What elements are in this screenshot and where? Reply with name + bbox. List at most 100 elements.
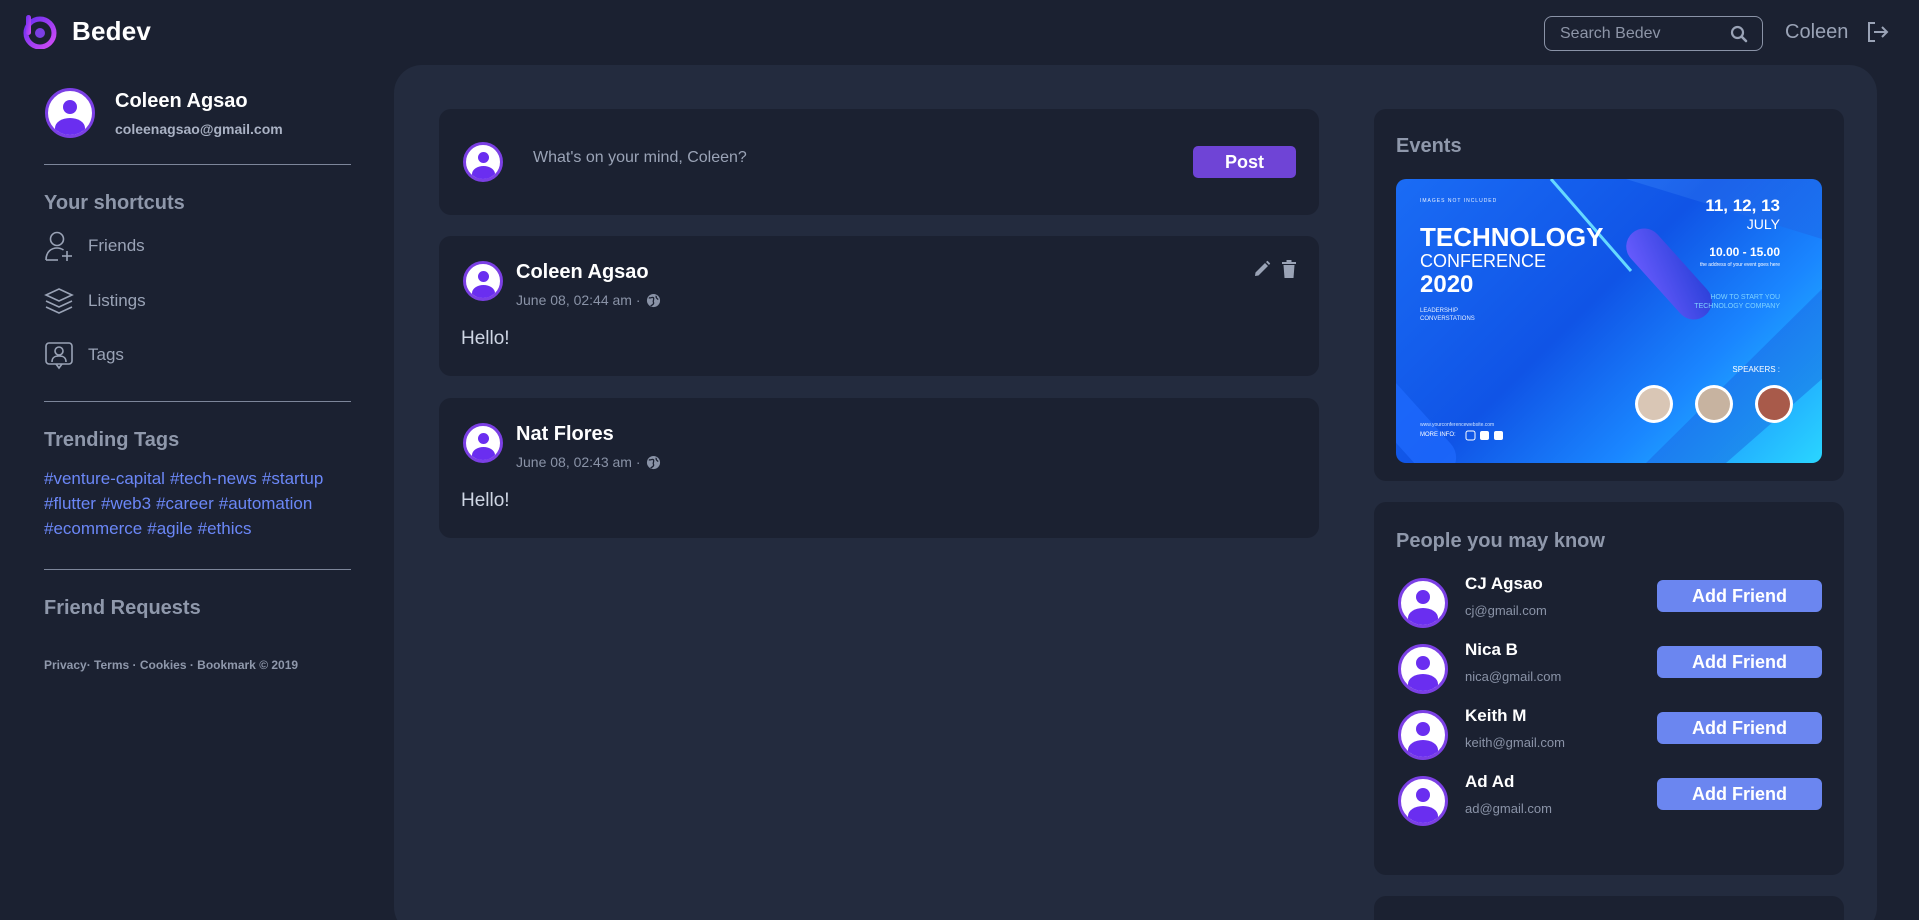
bedev-logo-icon [23, 15, 57, 49]
shortcut-label: Friends [88, 236, 145, 255]
divider [44, 401, 351, 402]
avatar[interactable] [1398, 710, 1448, 760]
person-name[interactable]: Keith M [1465, 706, 1526, 726]
profile-summary[interactable]: Coleen Agsao coleenagsao@gmail.com [45, 88, 283, 138]
people-card: People you may know CJ Agsao cj@gmail.co… [1374, 502, 1844, 875]
tag-link[interactable]: #ecommerce [44, 519, 142, 538]
delete-icon[interactable] [1281, 260, 1297, 278]
person-item: Nica B nica@gmail.com Add Friend [1396, 640, 1822, 696]
shortcut-label: Listings [88, 291, 146, 310]
person-name[interactable]: Nica B [1465, 640, 1518, 660]
post-composer: Post [439, 109, 1319, 215]
post-author[interactable]: Nat Flores [516, 423, 614, 446]
poster-more-info: MORE INFO: [1420, 432, 1456, 438]
tag-link[interactable]: #automation [219, 494, 313, 513]
shortcuts-title: Your shortcuts [44, 192, 185, 214]
poster-month: JULY [1746, 216, 1780, 232]
person-email: cj@gmail.com [1465, 603, 1547, 618]
post-card: Nat Flores June 08, 02:43 am · Hello! [439, 398, 1319, 538]
avatar[interactable] [1398, 644, 1448, 694]
avatar[interactable] [463, 423, 503, 463]
search-icon[interactable] [1730, 25, 1748, 43]
poster-dates: 11, 12, 13 [1705, 196, 1780, 215]
tag-link[interactable]: #startup [262, 469, 323, 488]
add-friend-button[interactable]: Add Friend [1657, 646, 1822, 678]
shortcut-listings[interactable]: Listings [44, 286, 146, 316]
tag-link[interactable]: #agile [147, 519, 192, 538]
logout-icon[interactable] [1866, 21, 1890, 43]
poster-speakers: SPEAKERS : [1732, 365, 1780, 374]
avatar[interactable] [45, 88, 95, 138]
trending-tags: #venture-capital #tech-news #startup #flut… [44, 466, 364, 541]
search-input[interactable] [1545, 24, 1715, 43]
post-card: Coleen Agsao June 08, 02:44 am · Hello! [439, 236, 1319, 376]
app-name: Bedev [72, 15, 152, 46]
poster-year: 2020 [1420, 271, 1474, 298]
globe-icon [646, 455, 660, 469]
person-item: CJ Agsao cj@gmail.com Add Friend [1396, 574, 1822, 630]
add-friend-button[interactable]: Add Friend [1657, 712, 1822, 744]
person-email: ad@gmail.com [1465, 801, 1552, 816]
tag-link[interactable]: #career [156, 494, 214, 513]
tag-link[interactable]: #tech-news [170, 469, 257, 488]
person-name[interactable]: Ad Ad [1465, 772, 1514, 792]
post-date: June 08, 02:43 am · [516, 454, 641, 470]
shortcut-friends[interactable]: Friends [44, 230, 145, 262]
header-username[interactable]: Coleen [1785, 21, 1848, 44]
event-poster-image[interactable]: IMAGES NOT INCLUDED TECHNOLOGY CONFERENC… [1396, 179, 1822, 463]
trending-title: Trending Tags [44, 429, 180, 451]
avatar [463, 142, 503, 182]
poster-how: HOW TO START YOU TECHNOLOGY COMPANY [1694, 294, 1780, 310]
tag-link[interactable]: #flutter [44, 494, 96, 513]
globe-icon [646, 293, 660, 307]
speaker-photos [1635, 385, 1793, 423]
shortcut-label: Tags [88, 345, 124, 364]
post-content: Hello! [461, 490, 510, 511]
search-box[interactable] [1544, 16, 1763, 51]
person-email: keith@gmail.com [1465, 735, 1565, 750]
post-actions [1253, 260, 1297, 278]
logo[interactable]: Bedev [22, 13, 151, 49]
poster-website: www.yourconferencewebsite.com [1420, 422, 1495, 428]
post-date: June 08, 02:44 am · [516, 292, 641, 308]
footer-links[interactable]: Privacy· Terms · Cookies · Bookmark © 20… [44, 658, 298, 672]
divider [44, 569, 351, 570]
poster-sub: CONFERENCE [1420, 251, 1547, 271]
poster-topic: LEADERSHIP CONVERSTATIONS [1420, 308, 1475, 322]
bottom-card [1374, 896, 1844, 920]
post-content: Hello! [461, 328, 510, 349]
post-button[interactable]: Post [1193, 146, 1296, 178]
tag-person-icon [45, 342, 73, 370]
avatar[interactable] [1398, 578, 1448, 628]
add-friend-button[interactable]: Add Friend [1657, 778, 1822, 810]
layers-icon [44, 288, 74, 314]
post-meta: June 08, 02:44 am · [516, 292, 661, 308]
poster-tag: IMAGES NOT INCLUDED [1420, 198, 1498, 204]
person-item: Ad Ad ad@gmail.com Add Friend [1396, 772, 1822, 828]
divider [44, 164, 351, 165]
post-author[interactable]: Coleen Agsao [516, 261, 649, 284]
avatar[interactable] [463, 261, 503, 301]
composer-input[interactable] [533, 149, 1133, 167]
events-card: Events IMAGES NOT INCLUDED TECHNOLOGY CO… [1374, 109, 1844, 481]
avatar[interactable] [1398, 776, 1448, 826]
person-email: nica@gmail.com [1465, 669, 1562, 684]
tag-link[interactable]: #web3 [101, 494, 151, 513]
poster-address: the address of your event goes here [1699, 262, 1780, 268]
people-title: People you may know [1396, 530, 1605, 552]
edit-icon[interactable] [1253, 260, 1271, 278]
post-meta: June 08, 02:43 am · [516, 454, 661, 470]
profile-email: coleenagsao@gmail.com [115, 120, 283, 137]
friend-requests-title: Friend Requests [44, 597, 201, 619]
add-friend-button[interactable]: Add Friend [1657, 580, 1822, 612]
tag-link[interactable]: #venture-capital [44, 469, 165, 488]
shortcut-tags[interactable]: Tags [44, 340, 124, 370]
person-name[interactable]: CJ Agsao [1465, 574, 1543, 594]
poster-time: 10.00 - 15.00 [1709, 245, 1780, 259]
person-item: Keith M keith@gmail.com Add Friend [1396, 706, 1822, 762]
profile-name: Coleen Agsao [115, 89, 248, 112]
top-bar: Bedev Coleen [0, 0, 1919, 64]
events-title: Events [1396, 135, 1462, 157]
poster-headline: TECHNOLOGY [1420, 222, 1604, 252]
tag-link[interactable]: #ethics [198, 519, 252, 538]
